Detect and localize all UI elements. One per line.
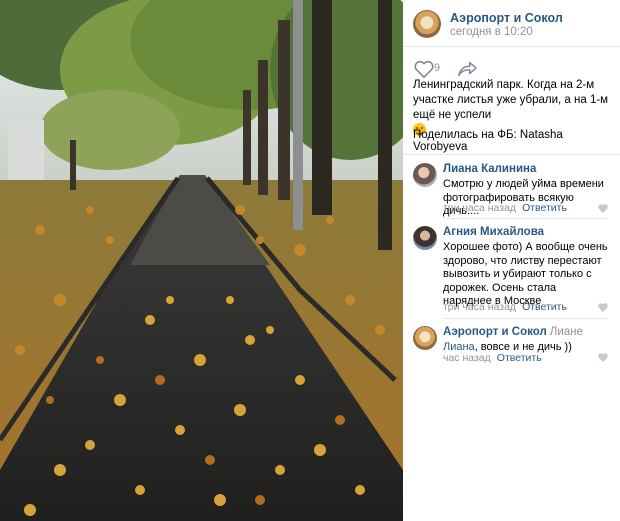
divider (443, 318, 608, 319)
post-side-panel: Аэропорт и Сокол сегодня в 10:20 9 Ленин… (403, 0, 620, 521)
heart-icon[interactable] (413, 59, 435, 79)
avatar[interactable] (413, 226, 437, 250)
comment-meta: три часа назад Ответить (443, 301, 567, 313)
reply-link[interactable]: Ответить (522, 202, 567, 214)
comment-author[interactable]: Агния Михайлова (443, 226, 544, 238)
post-text-body: Ленинградский парк. Когда на 2-м участке… (413, 79, 609, 121)
comment-meta: час назад Ответить (443, 352, 542, 364)
reply-link[interactable]: Ответить (522, 301, 567, 313)
comment-time[interactable]: час назад (443, 352, 491, 364)
comment-author[interactable]: Лиана Калинина (443, 163, 536, 175)
comment-time[interactable]: три часа назад (443, 301, 516, 313)
divider (443, 218, 608, 219)
post-header: Аэропорт и Сокол сегодня в 10:20 (403, 0, 620, 47)
shared-line: Поделилась на ФБ: Natasha Vorobyeva (413, 129, 563, 153)
park-photo-illustration (0, 0, 403, 521)
divider (403, 154, 620, 155)
group-avatar[interactable] (413, 10, 441, 38)
comment-text: Хорошее фото) А вообще очень здорово, чт… (443, 241, 608, 307)
small-heart-icon[interactable] (598, 303, 608, 312)
avatar[interactable] (413, 163, 437, 187)
comment-author[interactable]: Аэропорт и Сокол Лиане (443, 326, 583, 338)
comment-meta: три часа назад Ответить (443, 202, 567, 214)
post-photo[interactable] (0, 0, 403, 521)
post-time[interactable]: сегодня в 10:20 (450, 26, 533, 38)
share-arrow-icon[interactable] (456, 59, 478, 79)
group-name-link[interactable]: Аэропорт и Сокол (450, 11, 563, 25)
reply-link[interactable]: Ответить (497, 352, 542, 364)
reply-to-label: Лиане (549, 326, 583, 338)
comment-author-name[interactable]: Аэропорт и Сокол (443, 326, 547, 338)
small-heart-icon[interactable] (598, 353, 608, 362)
small-heart-icon[interactable] (598, 204, 608, 213)
comment-time[interactable]: три часа назад (443, 202, 516, 214)
like-count: 9 (434, 62, 441, 74)
avatar[interactable] (413, 326, 437, 350)
